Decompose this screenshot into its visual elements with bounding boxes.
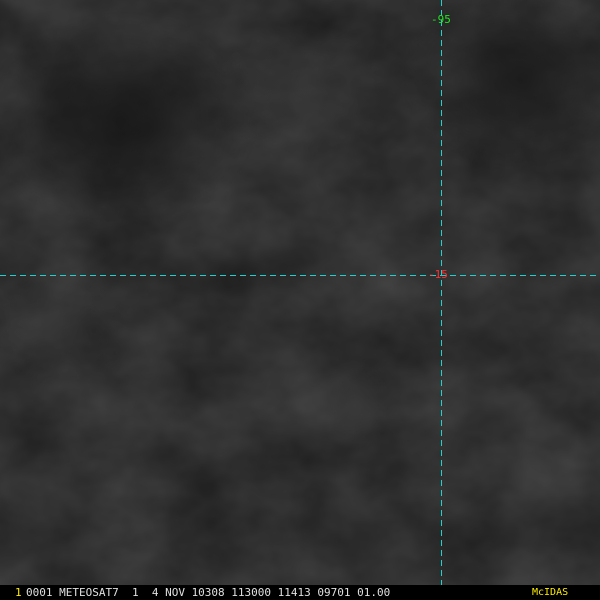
- brand-label: McIDAS: [532, 587, 569, 598]
- bright-cloud-patch: [320, 360, 390, 450]
- bright-cloud-patch: [210, 20, 390, 160]
- status-bar: 1 0001 METEOSAT7 1 4 NOV 10308 113000 11…: [0, 585, 600, 600]
- latitude-label: -15: [428, 268, 448, 281]
- satellite-image-viewer: -95 -15 1 0001 METEOSAT7 1 4 NOV 10308 1…: [0, 0, 600, 600]
- satellite-imagery: [0, 0, 600, 585]
- frame-number: 1: [15, 586, 22, 599]
- longitude-label: -95: [431, 13, 451, 26]
- image-metadata-text: 0001 METEOSAT7 1 4 NOV 10308 113000 1141…: [26, 586, 391, 599]
